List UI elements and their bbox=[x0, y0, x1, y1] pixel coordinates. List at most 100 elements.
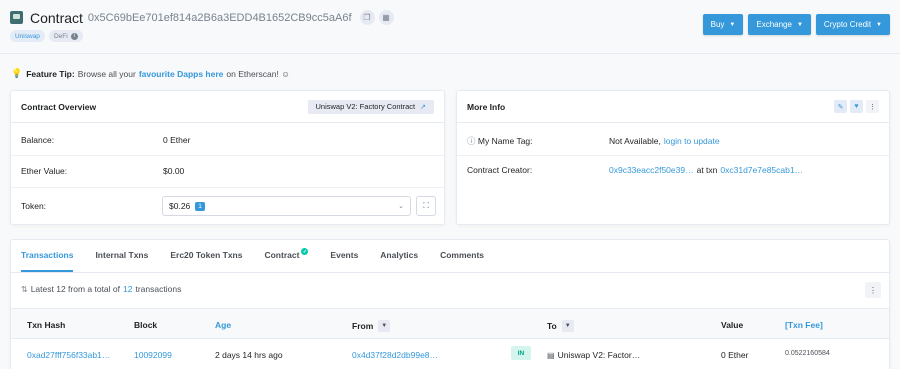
factory-contract-label: Uniswap V2: Factory Contract bbox=[315, 102, 416, 111]
qr-code-icon[interactable]: ▦ bbox=[378, 10, 394, 25]
copy-icon[interactable]: ❐ bbox=[359, 10, 375, 25]
external-link-icon: ↗ bbox=[420, 103, 426, 111]
contract-file-icon: ▤ bbox=[547, 350, 555, 360]
col-age[interactable]: Age bbox=[215, 320, 231, 330]
name-tag-value: Not Available, bbox=[609, 136, 661, 146]
page-header: Contract 0x5C69bEe701ef814a2B6a3EDD4B165… bbox=[10, 9, 890, 45]
transactions-summary: ⇅ Latest 12 from a total of 12 transacti… bbox=[21, 284, 181, 294]
crypto-credit-button[interactable]: Crypto Credit ▼ bbox=[815, 14, 890, 35]
chevron-down-icon: ▼ bbox=[729, 21, 736, 28]
info-icon: i bbox=[70, 32, 78, 40]
feature-tip-suffix: on Etherscan! ☺ bbox=[226, 68, 290, 79]
buy-button[interactable]: Buy ▼ bbox=[702, 14, 744, 35]
heart-icon[interactable]: ♥ bbox=[850, 100, 863, 113]
exchange-button-label: Exchange bbox=[756, 20, 792, 29]
col-from-label: From bbox=[352, 321, 374, 331]
name-tag-label: ⓘ My Name Tag: bbox=[467, 135, 609, 147]
name-tag-label-text: My Name Tag: bbox=[477, 136, 533, 146]
total-count-link[interactable]: 12 bbox=[123, 284, 132, 294]
exchange-button[interactable]: Exchange ▼ bbox=[748, 14, 811, 35]
tab-events[interactable]: Events bbox=[330, 250, 358, 270]
chevron-down-icon: ▼ bbox=[796, 21, 803, 28]
table-header: Txn Hash Block Age From ▼ To ▼ Value [Txn … bbox=[11, 308, 889, 339]
filter-icon[interactable]: ▼ bbox=[378, 320, 391, 332]
more-options-icon[interactable]: ⋮ bbox=[866, 100, 879, 113]
contract-icon bbox=[10, 11, 23, 24]
row-divider bbox=[11, 187, 444, 188]
crypto-credit-button-label: Crypto Credit bbox=[823, 20, 872, 29]
feature-tip-label: Feature Tip: bbox=[26, 68, 75, 79]
ether-value-label: Ether Value: bbox=[21, 166, 68, 176]
token-dropdown[interactable]: $0.26 1 ⌄ bbox=[162, 196, 411, 216]
txn-hash-link[interactable]: 0xad27fff756f33ab1… bbox=[27, 350, 110, 360]
tab-analytics[interactable]: Analytics bbox=[380, 250, 418, 270]
tab-contract[interactable]: Contract ✓ bbox=[264, 248, 309, 270]
token-label: Token: bbox=[21, 201, 47, 211]
lightbulb-icon: 💡 bbox=[11, 68, 23, 78]
balance-label: Balance: bbox=[21, 135, 55, 145]
tag-defi[interactable]: DeFi i bbox=[48, 30, 83, 42]
from-address-link[interactable]: 0x4d37f28d2db99e8… bbox=[352, 350, 438, 360]
to-address: ▤ Uniswap V2: Factor… bbox=[547, 350, 640, 360]
col-block: Block bbox=[134, 320, 158, 330]
expand-icon[interactable]: ⛶ bbox=[416, 196, 436, 216]
factory-contract-badge[interactable]: Uniswap V2: Factory Contract ↗ bbox=[307, 99, 434, 114]
tab-bar: Transactions Internal Txns Erc20 Token T… bbox=[21, 248, 506, 272]
ether-value-row: Ether Value: $0.00 bbox=[21, 166, 434, 176]
direction-badge: IN bbox=[511, 346, 531, 360]
chevron-down-icon: ⌄ bbox=[398, 203, 404, 210]
col-value: Value bbox=[721, 320, 744, 330]
transactions-card: Transactions Internal Txns Erc20 Token T… bbox=[10, 239, 890, 369]
col-txn-fee[interactable]: [Txn Fee] bbox=[785, 320, 823, 330]
summary-prefix: Latest 12 from a total of bbox=[30, 284, 121, 294]
row-divider bbox=[11, 155, 444, 156]
col-to-label: To bbox=[547, 321, 557, 331]
feature-tip-text: Browse all your bbox=[77, 68, 136, 79]
summary-suffix: transactions bbox=[135, 284, 182, 294]
creator-address-link[interactable]: 0x9c33eacc2f50e39… bbox=[609, 165, 694, 175]
page-title: Contract bbox=[30, 9, 83, 26]
balance-value: 0 Ether bbox=[163, 135, 191, 145]
tag-defi-label: DeFi bbox=[53, 32, 68, 40]
more-info-card: More Info ✎ ♥ ⋮ ⓘ My Name Tag: Not Avail… bbox=[456, 90, 890, 225]
login-link[interactable]: login to update bbox=[664, 136, 720, 146]
col-from: From ▼ bbox=[352, 320, 391, 332]
to-address-label: Uniswap V2: Factor… bbox=[557, 350, 641, 360]
balance-row: Balance: 0 Ether bbox=[21, 135, 434, 145]
row-divider bbox=[457, 155, 889, 156]
favourite-dapps-link[interactable]: favourite Dapps here bbox=[139, 69, 224, 79]
more-info-title: More Info bbox=[467, 101, 506, 112]
txn-value: 0 Ether bbox=[721, 350, 749, 360]
col-txn-hash: Txn Hash bbox=[27, 320, 66, 330]
txn-fee: 0.0522160584 bbox=[785, 350, 830, 357]
tab-internal-txns[interactable]: Internal Txns bbox=[95, 250, 148, 270]
chevron-down-icon: ▼ bbox=[876, 21, 882, 28]
txn-age: 2 days 14 hrs ago bbox=[215, 350, 283, 360]
tag-uniswap[interactable]: Uniswap bbox=[10, 30, 45, 42]
more-options-icon[interactable]: ⋮ bbox=[865, 282, 881, 298]
tab-erc20-token-txns[interactable]: Erc20 Token Txns bbox=[170, 250, 242, 270]
edit-icon[interactable]: ✎ bbox=[834, 100, 847, 113]
creator-txn-link[interactable]: 0xc31d7e7e85cab1… bbox=[720, 165, 803, 175]
contract-creator-row: Contract Creator: 0x9c33eacc2f50e39… at … bbox=[467, 165, 879, 175]
tab-comments[interactable]: Comments bbox=[440, 250, 484, 270]
block-link[interactable]: 10092099 bbox=[134, 350, 172, 360]
creator-at-text: at txn bbox=[696, 165, 718, 175]
token-count-badge: 1 bbox=[195, 201, 205, 211]
contract-creator-label: Contract Creator: bbox=[467, 165, 533, 175]
contract-address: 0x5C69bEe701ef814a2B6a3EDD4B1652CB9cc5aA… bbox=[87, 11, 352, 24]
name-tag-row: ⓘ My Name Tag: Not Available, login to u… bbox=[467, 135, 879, 147]
tabs-divider bbox=[11, 272, 889, 273]
verified-check-icon: ✓ bbox=[301, 248, 309, 255]
feature-tip: 💡 Feature Tip: Browse all your favourite… bbox=[11, 68, 290, 79]
sort-icon: ⇅ bbox=[21, 284, 28, 294]
ether-value: $0.00 bbox=[163, 166, 185, 176]
col-to: To ▼ bbox=[547, 320, 574, 332]
token-value: $0.26 bbox=[169, 201, 191, 211]
buy-button-label: Buy bbox=[710, 20, 725, 29]
tab-contract-label: Contract bbox=[264, 250, 300, 260]
filter-icon[interactable]: ▼ bbox=[561, 320, 574, 332]
tab-transactions[interactable]: Transactions bbox=[21, 250, 74, 272]
help-icon: ⓘ bbox=[467, 136, 478, 146]
header-divider bbox=[0, 53, 900, 54]
